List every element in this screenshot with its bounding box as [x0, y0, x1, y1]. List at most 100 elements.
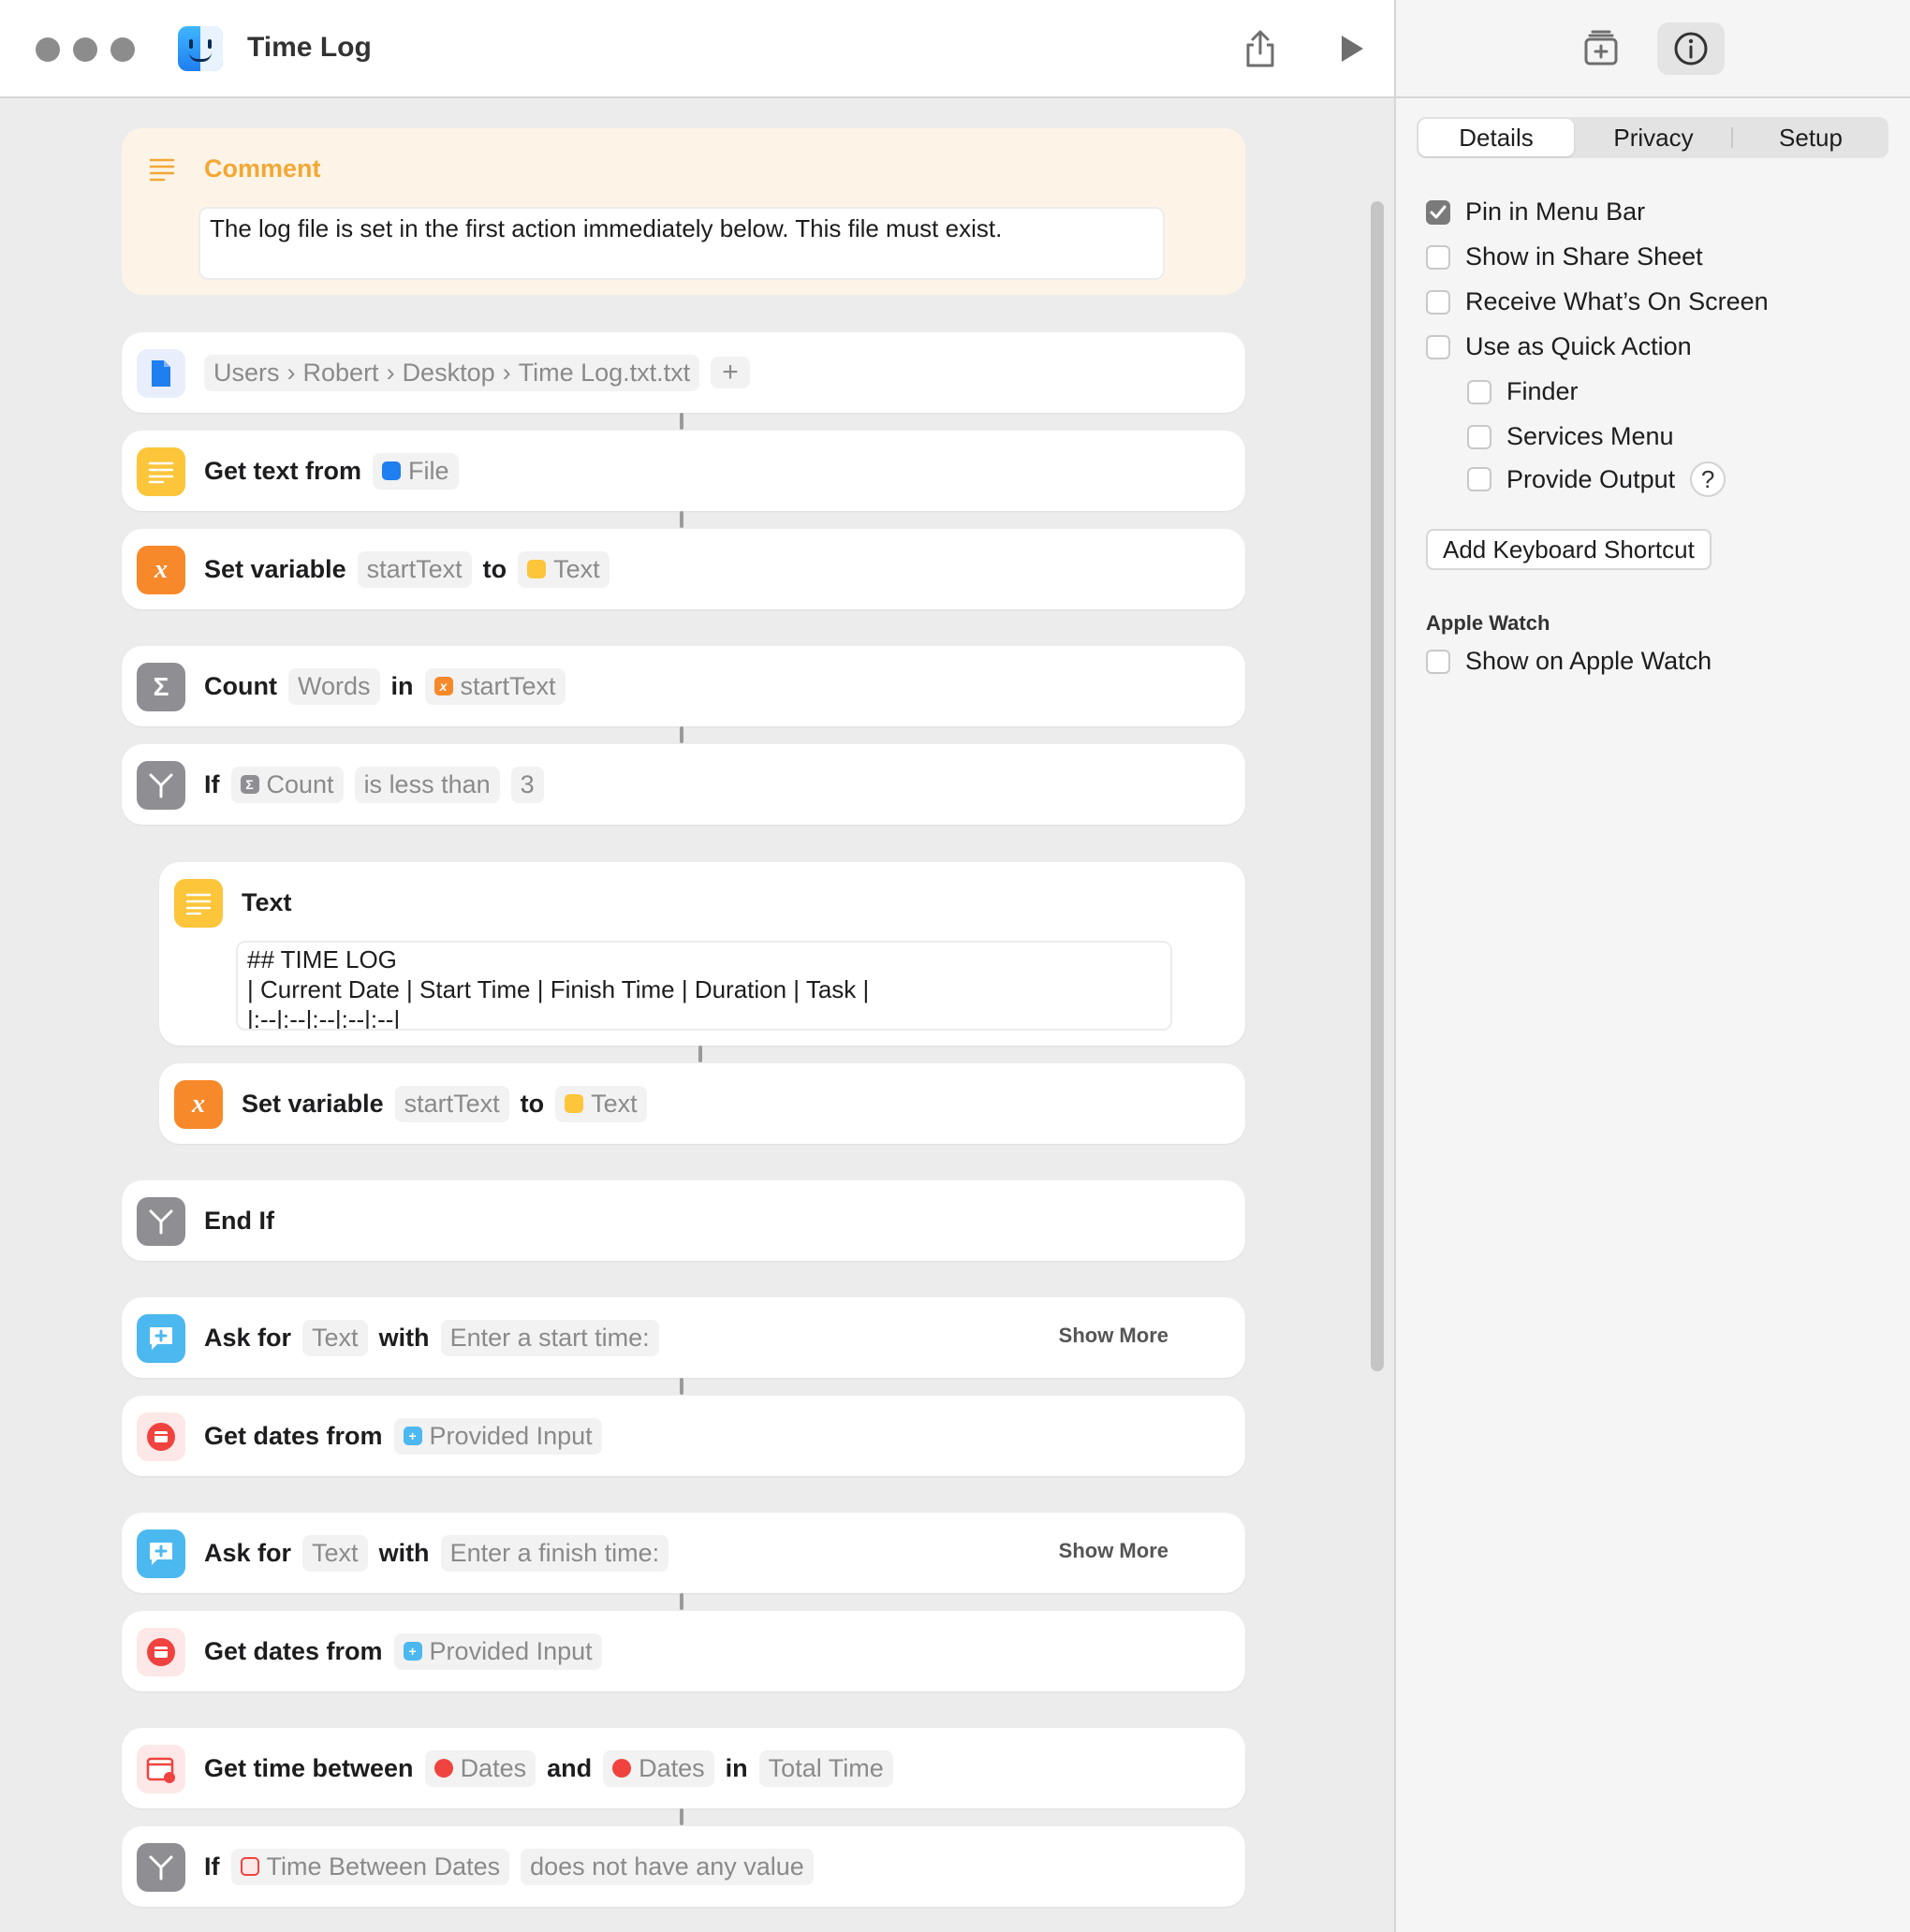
- checkbox[interactable]: [1426, 289, 1450, 315]
- show-more-button[interactable]: Show More: [1059, 1324, 1168, 1348]
- speech-bubble-plus-icon: [137, 1314, 185, 1363]
- add-path-button[interactable]: +: [711, 357, 750, 388]
- option-label: Use as Quick Action: [1465, 332, 1692, 360]
- tab-details[interactable]: Details: [1418, 119, 1574, 156]
- help-button[interactable]: ?: [1690, 461, 1726, 497]
- option-label: Finder: [1506, 377, 1579, 405]
- option-receive-on-screen[interactable]: Receive What’s On Screen: [1426, 287, 1769, 316]
- share-button[interactable]: [1236, 24, 1285, 73]
- time-unit-token[interactable]: Total Time: [758, 1749, 893, 1787]
- condition-value-token[interactable]: 3: [510, 766, 544, 803]
- count-variable-token[interactable]: x startText: [424, 667, 566, 705]
- count-unit-token[interactable]: Words: [287, 667, 380, 705]
- tab-privacy[interactable]: Privacy: [1576, 119, 1731, 156]
- minimize-window-button[interactable]: [73, 37, 97, 62]
- file-icon: [382, 461, 402, 480]
- option-use-as-quick-action[interactable]: Use as Quick Action: [1426, 332, 1692, 361]
- details-info-button[interactable]: [1657, 22, 1725, 75]
- comment-action[interactable]: Comment The log file is set in the first…: [122, 128, 1245, 295]
- value-token[interactable]: Text: [518, 550, 610, 588]
- text-content-field[interactable]: ## TIME LOG | Current Date | Start Time …: [236, 941, 1172, 1031]
- action-label: Get text from: [204, 456, 362, 485]
- input-type-token[interactable]: Text: [302, 1319, 368, 1356]
- get-dates-action[interactable]: Get dates from + Provided Input: [122, 1396, 1245, 1476]
- file-action-icon: [137, 349, 185, 398]
- flow-connector: [698, 1046, 702, 1062]
- option-label: Receive What’s On Screen: [1465, 287, 1769, 315]
- source-token[interactable]: File: [373, 452, 459, 490]
- text-action[interactable]: Text ## TIME LOG | Current Date | Start …: [159, 862, 1245, 1046]
- count-action[interactable]: Σ Count Words in x startText: [122, 646, 1245, 726]
- value-token[interactable]: Text: [555, 1085, 647, 1122]
- input-type-token[interactable]: Text: [302, 1534, 368, 1572]
- get-dates-action[interactable]: Get dates from + Provided Input: [122, 1611, 1245, 1691]
- library-icon: [1584, 30, 1618, 66]
- condition-operator-token[interactable]: does not have any value: [521, 1848, 814, 1885]
- calendar-icon: [137, 1412, 185, 1461]
- editor-scrollbar[interactable]: [1371, 201, 1384, 1371]
- add-keyboard-shortcut-button[interactable]: Add Keyboard Shortcut: [1426, 529, 1712, 570]
- branch-icon: [137, 1843, 185, 1892]
- option-services-menu[interactable]: Services Menu: [1467, 422, 1674, 451]
- file-action[interactable]: Users › Robert › Desktop › Time Log.txt.…: [122, 332, 1245, 413]
- condition-subject-token[interactable]: Time Between Dates: [230, 1848, 510, 1885]
- get-text-action[interactable]: Get text from File: [122, 431, 1245, 511]
- sigma-icon: Σ: [240, 775, 259, 794]
- action-library-button[interactable]: [1567, 22, 1635, 75]
- option-show-in-share-sheet[interactable]: Show in Share Sheet: [1426, 242, 1703, 271]
- show-more-button[interactable]: Show More: [1059, 1539, 1168, 1563]
- checkbox[interactable]: [1467, 467, 1491, 491]
- variable-name-token[interactable]: startText: [357, 550, 472, 588]
- checkbox[interactable]: [1426, 334, 1450, 359]
- ask-for-input-action[interactable]: Ask for Text with Enter a start time: Sh…: [122, 1297, 1245, 1378]
- source-token[interactable]: + Provided Input: [393, 1417, 602, 1455]
- window-title: Time Log: [247, 32, 372, 63]
- flow-connector: [680, 1378, 683, 1395]
- finder-icon: [178, 26, 223, 71]
- run-button[interactable]: [1328, 24, 1376, 73]
- comment-text-field[interactable]: The log file is set in the first action …: [198, 207, 1165, 280]
- flow-connector: [680, 1593, 683, 1610]
- action-label: Get dates from: [204, 1636, 383, 1665]
- option-show-on-apple-watch[interactable]: Show on Apple Watch: [1426, 647, 1712, 676]
- variable-name-token[interactable]: startText: [394, 1085, 509, 1122]
- checkbox[interactable]: [1426, 244, 1450, 270]
- sigma-icon: Σ: [137, 663, 185, 711]
- set-variable-action[interactable]: x Set variable startText to Text: [159, 1063, 1245, 1144]
- option-pin-in-menu-bar[interactable]: Pin in Menu Bar: [1426, 198, 1645, 227]
- prompt-token[interactable]: Enter a start time:: [440, 1319, 659, 1356]
- if-action[interactable]: If Σ Count is less than 3: [122, 744, 1245, 825]
- end-date-token[interactable]: Dates: [603, 1749, 714, 1787]
- checkbox[interactable]: [1467, 424, 1491, 449]
- time-between-action[interactable]: Get time between Dates and Dates in Tota…: [122, 1728, 1245, 1808]
- calendar-icon: [612, 1759, 632, 1778]
- condition-subject-token[interactable]: Σ Count: [230, 766, 344, 803]
- source-token[interactable]: + Provided Input: [393, 1632, 602, 1670]
- flow-connector: [680, 1808, 683, 1825]
- tab-setup[interactable]: Setup: [1733, 119, 1888, 156]
- path-segment: Time Log.txt.txt: [518, 358, 691, 387]
- checkbox[interactable]: [1467, 379, 1491, 404]
- path-segment: Users: [213, 358, 280, 387]
- action-label: Set variable: [204, 554, 346, 583]
- file-path-tokens[interactable]: Users › Robert › Desktop › Time Log.txt.…: [204, 354, 700, 391]
- condition-operator-token[interactable]: is less than: [354, 766, 500, 803]
- start-date-token[interactable]: Dates: [424, 1749, 536, 1787]
- action-connector-word: in: [390, 671, 414, 700]
- flow-connector: [680, 726, 683, 743]
- option-label: Show in Share Sheet: [1465, 242, 1703, 271]
- option-provide-output[interactable]: Provide Output ?: [1467, 461, 1726, 497]
- checkbox[interactable]: [1426, 199, 1450, 225]
- end-if-action[interactable]: End If: [122, 1180, 1245, 1261]
- zoom-window-button[interactable]: [110, 37, 135, 62]
- set-variable-action[interactable]: x Set variable startText to Text: [122, 529, 1245, 609]
- if-action[interactable]: If Time Between Dates does not have any …: [122, 1826, 1245, 1907]
- text-icon: [527, 560, 547, 578]
- checkbox[interactable]: [1426, 649, 1450, 674]
- info-icon: [1674, 32, 1708, 66]
- branch-icon: [137, 761, 185, 810]
- prompt-token[interactable]: Enter a finish time:: [440, 1534, 669, 1572]
- option-finder[interactable]: Finder: [1467, 377, 1579, 406]
- close-window-button[interactable]: [36, 37, 60, 62]
- ask-for-input-action[interactable]: Ask for Text with Enter a finish time: S…: [122, 1513, 1245, 1593]
